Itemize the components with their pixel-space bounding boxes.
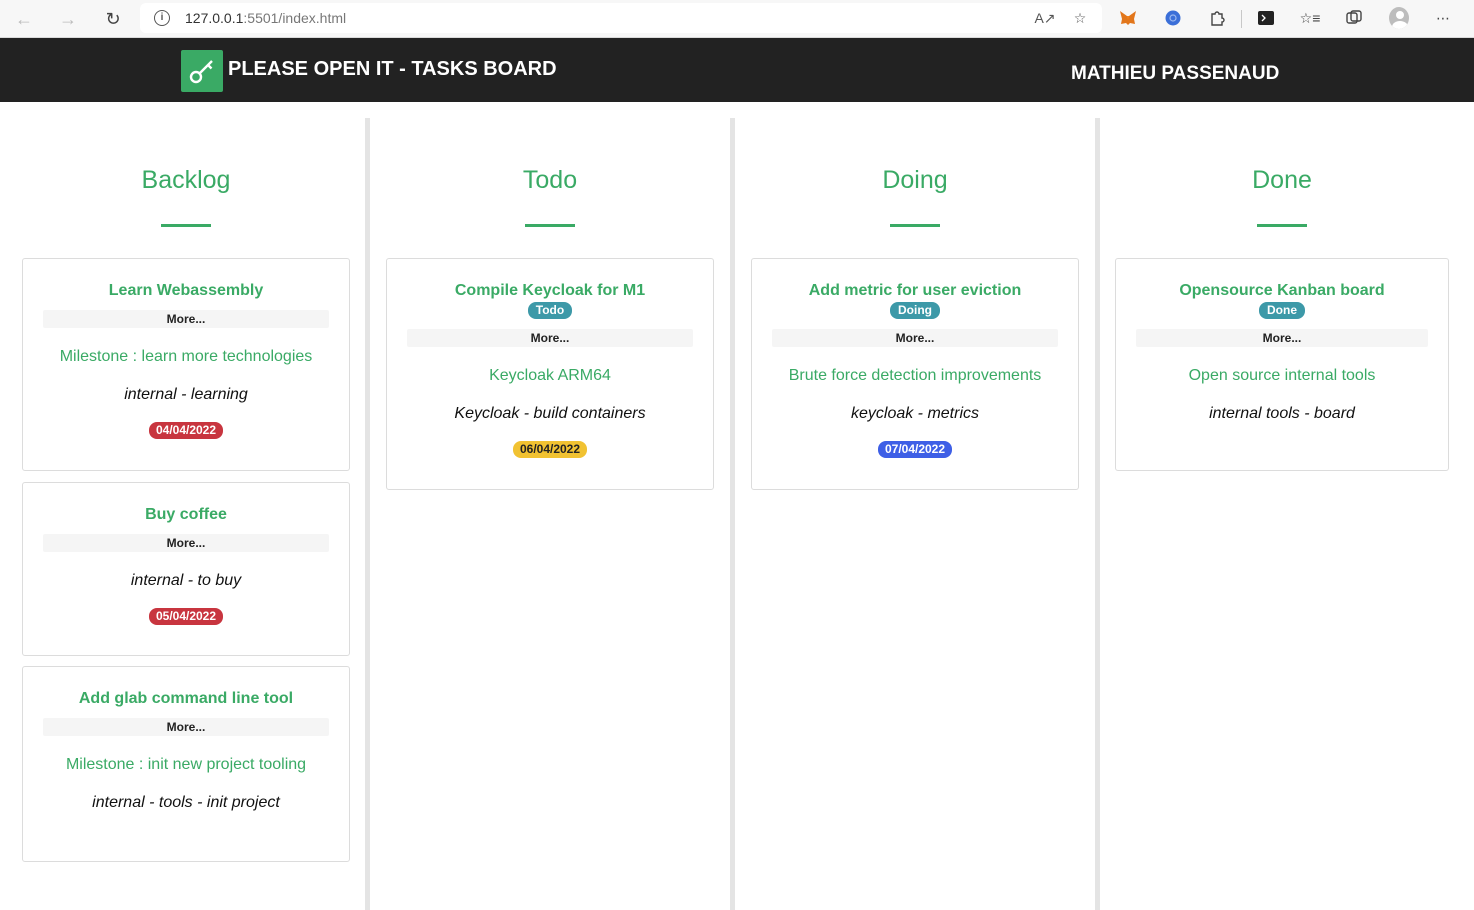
- task-title[interactable]: Compile Keycloak for M1: [387, 282, 713, 300]
- column-done: Done Opensource Kanban board Done More..…: [1115, 102, 1449, 910]
- due-date-badge: 05/04/2022: [148, 608, 224, 625]
- collections-icon[interactable]: [1344, 8, 1364, 28]
- reload-icon[interactable]: ↻: [101, 7, 125, 31]
- task-card[interactable]: Compile Keycloak for M1 Todo More... Key…: [386, 258, 714, 490]
- milestone-link[interactable]: Milestone : init new project tooling: [23, 756, 349, 774]
- forward-icon[interactable]: →: [56, 7, 80, 31]
- extensions-icon[interactable]: [1207, 8, 1227, 28]
- milestone-link[interactable]: Keycloak ARM64: [387, 367, 713, 385]
- task-card[interactable]: Opensource Kanban board Done More... Ope…: [1115, 258, 1449, 471]
- column-title: Backlog: [141, 166, 231, 194]
- favorite-add-icon[interactable]: ☆: [1071, 9, 1089, 27]
- terminal-extension-icon[interactable]: [1256, 8, 1276, 28]
- task-title[interactable]: Opensource Kanban board: [1116, 282, 1448, 300]
- profile-avatar-icon[interactable]: [1389, 7, 1409, 29]
- due-date-badge: 04/04/2022: [148, 422, 224, 439]
- task-title[interactable]: Add metric for user eviction: [752, 282, 1078, 300]
- column-divider: [730, 118, 735, 910]
- due-date-badge: 07/04/2022: [877, 441, 953, 458]
- browser-toolbar: ← → ↻ i 127.0.0.1:5501/index.html A↗ ☆ ☆…: [0, 0, 1474, 38]
- user-name[interactable]: MATHIEU PASSENAUD: [1071, 63, 1279, 85]
- app-title[interactable]: PLEASE OPEN IT - TASKS BOARD: [228, 58, 557, 81]
- more-button[interactable]: More...: [772, 329, 1058, 347]
- more-button[interactable]: More...: [43, 718, 329, 736]
- column-title: Doing: [882, 166, 948, 194]
- task-title[interactable]: Learn Webassembly: [23, 282, 349, 300]
- column-doing: Doing Add metric for user eviction Doing…: [751, 102, 1079, 910]
- key-logo-icon[interactable]: [181, 50, 223, 92]
- task-labels: keycloak - metrics: [850, 405, 980, 422]
- task-labels: internal - tools - init project: [92, 794, 280, 811]
- read-aloud-icon[interactable]: A↗: [1034, 9, 1055, 27]
- column-backlog: Backlog Learn Webassembly More... Milest…: [22, 102, 350, 910]
- app-header: PLEASE OPEN IT - TASKS BOARD MATHIEU PAS…: [0, 38, 1474, 102]
- task-title[interactable]: Add glab command line tool: [23, 690, 349, 708]
- column-title: Done: [1252, 166, 1312, 194]
- task-title[interactable]: Buy coffee: [23, 506, 349, 524]
- more-button[interactable]: More...: [43, 310, 329, 328]
- task-labels: internal tools - board: [1209, 405, 1355, 422]
- tasks-board: Backlog Learn Webassembly More... Milest…: [0, 102, 1474, 910]
- more-menu-icon[interactable]: ⋯: [1433, 8, 1453, 28]
- due-date-badge: 06/04/2022: [512, 441, 588, 458]
- milestone-link[interactable]: Open source internal tools: [1116, 367, 1448, 385]
- status-badge: Doing: [890, 302, 940, 319]
- globe-extension-icon[interactable]: [1163, 8, 1183, 28]
- task-labels: Keycloak - build containers: [454, 405, 646, 422]
- more-button[interactable]: More...: [43, 534, 329, 552]
- task-card[interactable]: Add metric for user eviction Doing More.…: [751, 258, 1079, 490]
- toolbar-divider: [1241, 10, 1242, 28]
- column-title-underline: [890, 224, 940, 227]
- column-divider: [365, 118, 370, 910]
- address-bar[interactable]: i 127.0.0.1:5501/index.html A↗ ☆: [140, 3, 1102, 33]
- task-card[interactable]: Learn Webassembly More... Milestone : le…: [22, 258, 350, 471]
- task-card[interactable]: Buy coffee More... internal - to buy 05/…: [22, 482, 350, 656]
- metamask-extension-icon[interactable]: [1118, 8, 1138, 28]
- more-button[interactable]: More...: [1136, 329, 1428, 347]
- column-title-underline: [1257, 224, 1307, 227]
- status-badge: Todo: [527, 302, 573, 319]
- url-text[interactable]: 127.0.0.1:5501/index.html: [185, 10, 346, 26]
- column-title-underline: [161, 224, 211, 227]
- column-title-underline: [525, 224, 575, 227]
- status-badge: Done: [1259, 302, 1305, 319]
- task-card[interactable]: Add glab command line tool More... Miles…: [22, 666, 350, 862]
- more-button[interactable]: More...: [407, 329, 693, 347]
- site-info-icon[interactable]: i: [154, 10, 170, 26]
- column-divider: [1095, 118, 1100, 910]
- column-todo: Todo Compile Keycloak for M1 Todo More..…: [386, 102, 714, 910]
- column-title: Todo: [522, 166, 578, 194]
- back-icon[interactable]: ←: [12, 7, 36, 31]
- task-labels: internal - to buy: [130, 572, 242, 589]
- task-labels: internal - learning: [124, 386, 248, 403]
- favorites-icon[interactable]: ☆≡: [1300, 8, 1321, 28]
- milestone-link[interactable]: Milestone : learn more technologies: [23, 348, 349, 366]
- milestone-link[interactable]: Brute force detection improvements: [752, 367, 1078, 385]
